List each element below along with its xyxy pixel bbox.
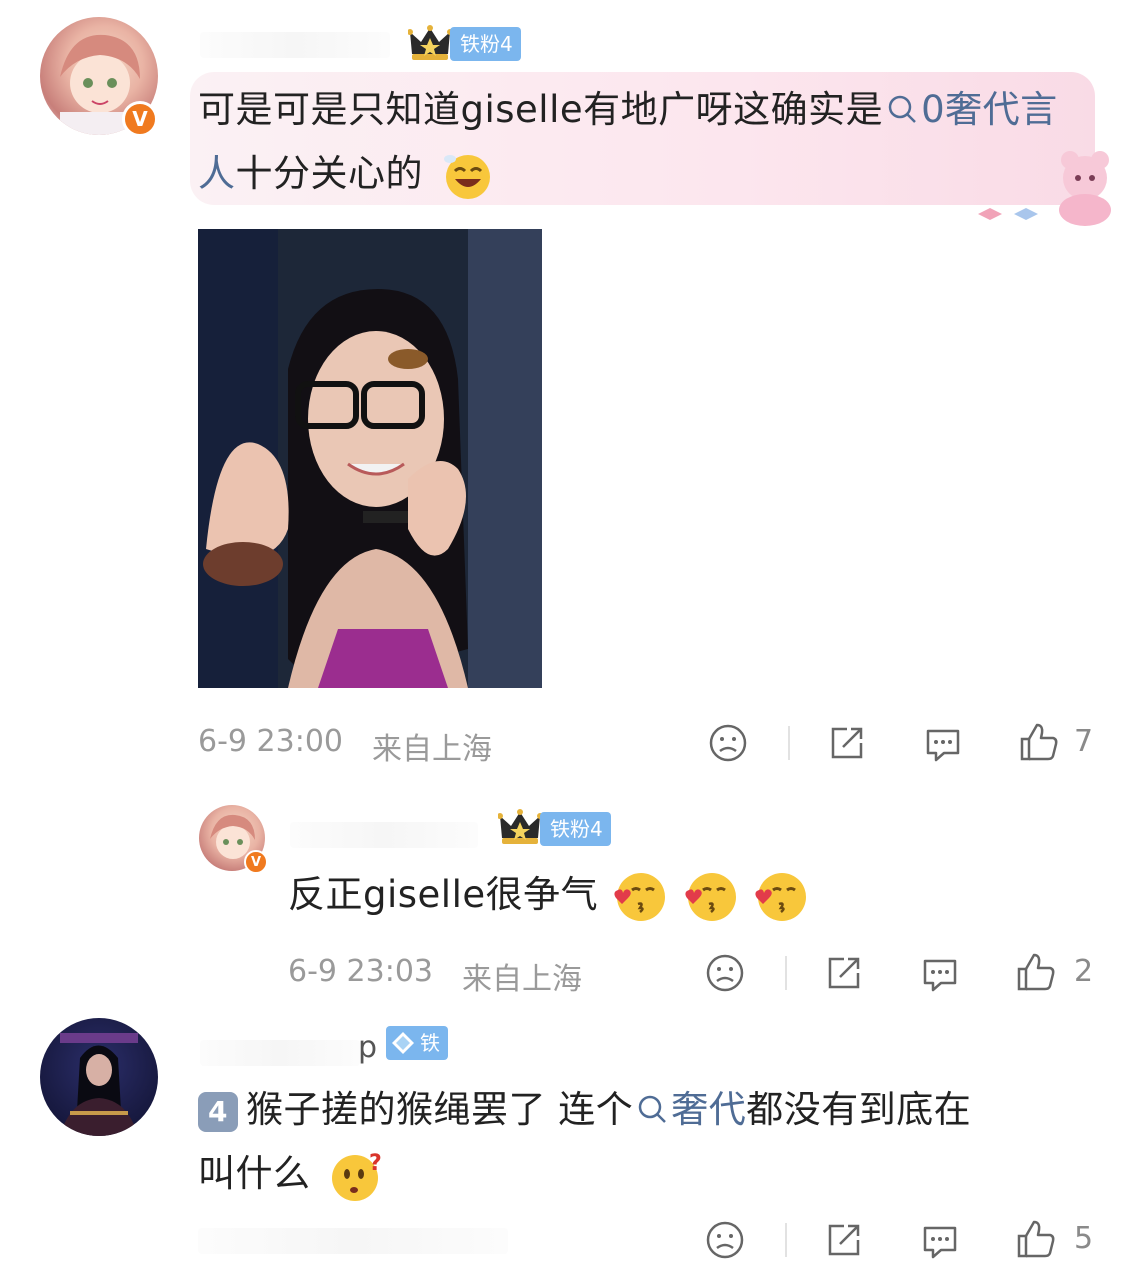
comment-icon[interactable] bbox=[919, 953, 961, 995]
comment-time: 6-9 23:00 bbox=[198, 724, 343, 759]
like-icon[interactable] bbox=[1015, 1218, 1057, 1260]
username-hidden[interactable] bbox=[200, 1040, 360, 1066]
photo-illustration bbox=[198, 229, 542, 688]
comment-text: 反正giselle很争气 bbox=[288, 863, 1088, 927]
like-count: 5 bbox=[1074, 1221, 1094, 1256]
dislike-icon[interactable] bbox=[705, 953, 745, 993]
divider bbox=[785, 956, 787, 990]
kiss-emoji-icon bbox=[614, 872, 666, 921]
verified-badge-icon: V bbox=[122, 101, 158, 137]
comment-text-part: 猴子搓的猴绳罢了 连个 bbox=[246, 1088, 634, 1131]
grin-emoji-icon bbox=[444, 154, 491, 199]
share-icon[interactable] bbox=[824, 953, 864, 993]
svg-text:?: ? bbox=[369, 1151, 382, 1176]
diamond-icon bbox=[392, 1032, 414, 1054]
divider bbox=[788, 726, 790, 760]
verified-badge-icon: V bbox=[244, 850, 268, 874]
fan-badge[interactable]: 铁粉4 bbox=[540, 812, 611, 846]
username-hidden[interactable] bbox=[290, 822, 478, 848]
topic-link-text[interactable]: 奢代 bbox=[671, 1088, 746, 1131]
kiss-emoji-icon bbox=[685, 872, 736, 921]
avatar[interactable] bbox=[40, 1018, 158, 1136]
comment-text-part: 叫什么 bbox=[198, 1152, 311, 1195]
like-count: 2 bbox=[1074, 954, 1094, 989]
kiss-emoji-icon bbox=[755, 872, 806, 921]
comment-time: 6-9 23:03 bbox=[288, 954, 433, 989]
comment-icon[interactable] bbox=[922, 723, 964, 765]
comment-text-part: 可是可是只知道giselle有地广呀这确实是 bbox=[198, 88, 884, 131]
share-icon[interactable] bbox=[827, 723, 867, 763]
like-icon[interactable] bbox=[1018, 721, 1060, 763]
divider bbox=[785, 1223, 787, 1257]
comment-text: 可是可是只知道giselle有地广呀这确实是 0奢代言人十分关心的 bbox=[198, 78, 1088, 206]
like-icon[interactable] bbox=[1015, 951, 1057, 993]
avatar-illustration bbox=[60, 1033, 138, 1136]
username-hidden[interactable] bbox=[200, 32, 390, 58]
comment-text-part: 反正giselle很争气 bbox=[288, 873, 599, 916]
comment-text-part: 十分关心的 bbox=[235, 152, 423, 195]
comment-text: 4 猴子搓的猴绳罢了 连个 奢代都没有到底在 叫什么 ? bbox=[198, 1078, 1088, 1206]
comment-location: 来自上海 bbox=[372, 732, 492, 767]
topic-link[interactable]: 奢代 bbox=[633, 1088, 746, 1131]
share-icon[interactable] bbox=[824, 1220, 864, 1260]
username-visible-char[interactable]: p bbox=[358, 1030, 377, 1065]
comment-time-hidden bbox=[198, 1228, 508, 1254]
comment-photo[interactable] bbox=[198, 229, 542, 688]
search-icon bbox=[639, 1095, 667, 1123]
like-count: 7 bbox=[1074, 724, 1094, 759]
number-emoji-icon: 4 bbox=[198, 1091, 238, 1132]
dislike-icon[interactable] bbox=[708, 723, 748, 763]
search-icon bbox=[888, 95, 917, 123]
fan-badge[interactable]: 铁粉4 bbox=[450, 27, 521, 61]
crown-icon bbox=[408, 25, 452, 60]
comment-location: 来自上海 bbox=[462, 962, 582, 997]
comment-text-part: 都没有到底在 bbox=[746, 1088, 972, 1131]
comment-icon[interactable] bbox=[919, 1220, 961, 1262]
confused-emoji-icon: ? bbox=[331, 1151, 382, 1201]
dislike-icon[interactable] bbox=[705, 1220, 745, 1260]
crown-icon bbox=[498, 809, 542, 844]
